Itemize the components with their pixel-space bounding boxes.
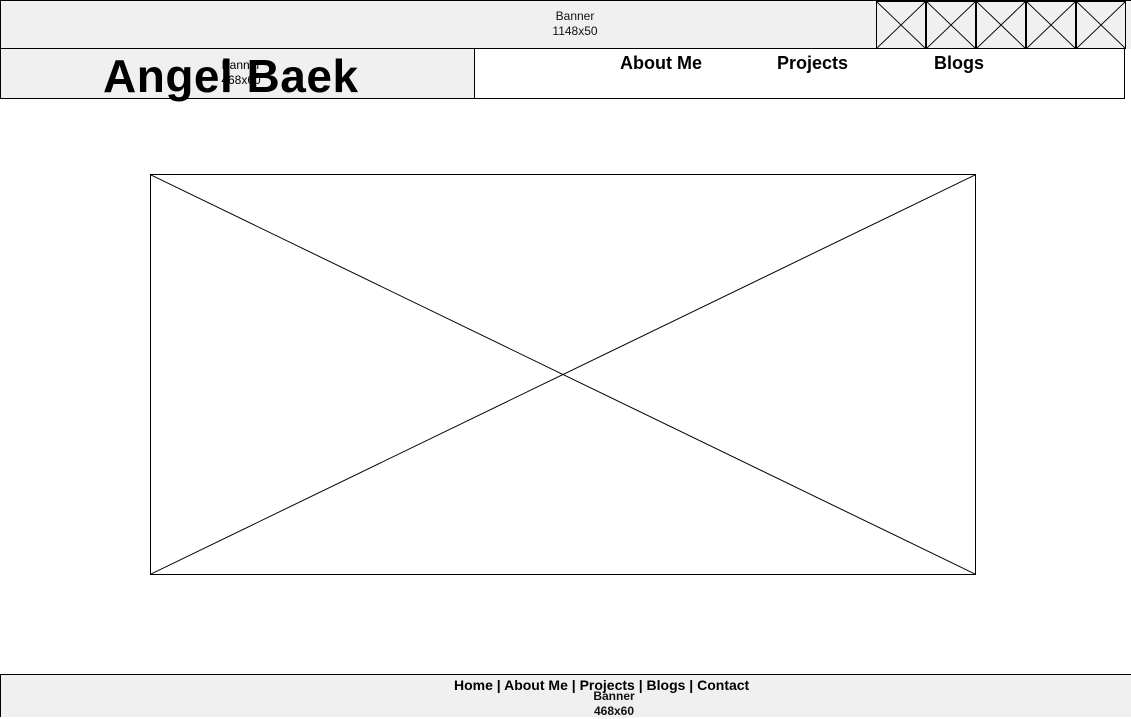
- footer-banner-label: Banner 468x60: [593, 689, 635, 718]
- nav-link-blogs[interactable]: Blogs: [934, 53, 984, 74]
- image-placeholder-icon: [151, 175, 975, 574]
- footer: Home | About Me | Projects | Blogs | Con…: [0, 674, 1131, 718]
- top-banner-placeholder: Banner 1148x50: [0, 0, 1131, 49]
- social-icon-placeholder[interactable]: [1026, 1, 1076, 49]
- main-nav: About Me Projects Blogs: [474, 48, 1125, 99]
- social-icon-placeholder[interactable]: [1076, 1, 1126, 49]
- nav-link-projects[interactable]: Projects: [777, 53, 848, 74]
- hero-image-placeholder: [150, 174, 976, 575]
- site-title[interactable]: Angel Baek: [103, 49, 359, 103]
- nav-link-about-me[interactable]: About Me: [620, 53, 702, 74]
- social-icon-placeholder[interactable]: [926, 1, 976, 49]
- social-icon-placeholder[interactable]: [976, 1, 1026, 49]
- social-icon-placeholder[interactable]: [876, 1, 926, 49]
- logo-banner: Banner 468x60 Angel Baek: [0, 48, 475, 102]
